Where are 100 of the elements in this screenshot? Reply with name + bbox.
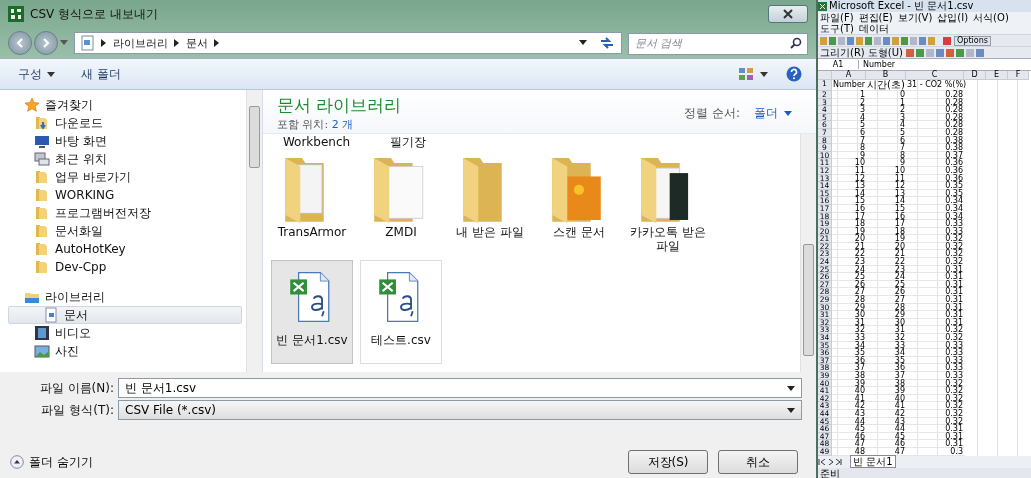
menu-item[interactable]: 파일(F) xyxy=(820,12,854,23)
dialog-button[interactable]: 저장(S) xyxy=(628,450,708,474)
table-cell: 10 xyxy=(866,166,906,175)
nav-item[interactable]: 프로그램버전저장 xyxy=(0,204,246,222)
dropdown-caret-icon[interactable] xyxy=(787,407,795,413)
dropdown-caret-icon[interactable] xyxy=(787,385,795,391)
table-cell: 6 xyxy=(866,136,906,145)
table-cell: 11 xyxy=(832,166,866,175)
toolbar-icons-drawing[interactable] xyxy=(905,48,986,57)
nav-item[interactable]: 최근 위치 xyxy=(0,150,246,168)
caret-icon[interactable] xyxy=(760,71,768,77)
dialog-button[interactable]: 취소 xyxy=(718,450,798,474)
back-button[interactable] xyxy=(8,31,32,55)
includes-label: 포함 위치: xyxy=(277,118,329,131)
column-header[interactable]: C xyxy=(906,71,964,80)
column-header[interactable]: F xyxy=(1008,71,1029,80)
table-cell: 32 xyxy=(866,334,906,342)
table-cell: 0.35 xyxy=(906,189,964,198)
formula-field[interactable]: Number xyxy=(863,60,896,69)
menu-item[interactable]: 도구(T) xyxy=(820,23,854,34)
nav-item[interactable]: 문서 xyxy=(8,306,242,324)
column-header[interactable]: B xyxy=(866,71,906,80)
arrow-left-icon xyxy=(14,37,26,49)
search-icon[interactable] xyxy=(790,37,802,49)
file-item[interactable]: 테스트.csv xyxy=(360,260,442,364)
table-cell: 0.36 xyxy=(906,166,964,175)
table-cell: 39 xyxy=(832,379,866,388)
table-cell: 42 xyxy=(832,402,866,410)
table-cell: 13 xyxy=(832,182,866,190)
search-field[interactable]: 문서 검색 xyxy=(628,32,808,55)
close-button[interactable] xyxy=(768,5,808,23)
menu-item[interactable]: 삽입(I) xyxy=(937,12,969,23)
nav-item[interactable]: 사진 xyxy=(0,342,246,360)
toolbar-button[interactable]: 새 폴더 xyxy=(77,63,125,85)
file-label[interactable]: Workbench xyxy=(271,135,362,149)
file-item[interactable]: 스캔 문서 xyxy=(538,152,620,256)
nav-item[interactable]: 업무 바로가기 xyxy=(0,168,246,186)
breadcrumb-item[interactable]: 문서 xyxy=(186,35,208,51)
table-cell: 0.38 xyxy=(906,144,964,152)
table-cell: 45 xyxy=(866,432,906,441)
column-header[interactable]: D xyxy=(964,71,986,80)
nav-item[interactable]: AutoHotKey xyxy=(0,240,246,258)
help-icon[interactable] xyxy=(786,66,802,82)
nav-item[interactable]: 다운로드 xyxy=(0,114,246,132)
file-item[interactable]: 빈 문서1.csv xyxy=(271,260,353,364)
column-header[interactable]: A xyxy=(832,71,866,80)
file-item[interactable]: ZMDI xyxy=(360,152,442,256)
file-label[interactable]: 필기장 xyxy=(362,134,453,151)
table-cell: 31 - CO2 %(%) xyxy=(906,80,964,91)
menu-item[interactable]: 서식(O) xyxy=(973,12,1009,23)
nav-item[interactable]: 문서화일 xyxy=(0,222,246,240)
file-type-dropdown[interactable]: CSV File (*.csv) xyxy=(118,400,802,420)
table-cell: 24 xyxy=(866,273,906,281)
nav-item[interactable]: 비디오 xyxy=(0,324,246,342)
scrollbar[interactable] xyxy=(800,134,816,372)
nav-item[interactable]: 바탕 화면 xyxy=(0,132,246,150)
toolbar-button[interactable]: 도형(U) xyxy=(867,47,903,58)
table-cell: 3 xyxy=(832,106,866,114)
sheet-tab[interactable]: 빈 문서1 xyxy=(850,455,896,468)
window-title: Microsoft Excel - 빈 문서1.csv xyxy=(829,0,974,12)
table-cell: 0.31 xyxy=(906,288,964,297)
toolbar-icon[interactable] xyxy=(943,36,951,45)
file-item[interactable]: 카카오톡 받은 파일 xyxy=(627,152,709,256)
table-cell: 42 xyxy=(866,409,906,418)
file-item[interactable]: TransArmor xyxy=(271,152,353,256)
menu-item[interactable]: 보기(V) xyxy=(897,12,933,23)
table-cell: 28 xyxy=(866,303,906,312)
nav-group-label[interactable]: 라이브러리 xyxy=(45,288,105,306)
nav-group-label[interactable]: 즐겨찾기 xyxy=(45,96,93,114)
chevron-icon[interactable] xyxy=(214,39,220,47)
chevron-icon[interactable] xyxy=(174,39,180,47)
table-cell: 8 xyxy=(832,144,866,152)
toolbar-button[interactable]: 그리기(R) xyxy=(820,47,865,58)
nav-item[interactable]: WORKING xyxy=(0,186,246,204)
table-cell: 33 xyxy=(832,334,866,342)
nav-item[interactable]: Dev-Cpp xyxy=(0,258,246,276)
table-cell: 15 xyxy=(832,197,866,205)
view-options-icon[interactable] xyxy=(738,67,754,81)
menu-item[interactable]: 편집(E) xyxy=(858,12,893,23)
table-cell: 27 xyxy=(832,288,866,297)
sort-dropdown[interactable]: 폴더 xyxy=(748,104,798,123)
breadcrumb-item[interactable]: 라이브러리 xyxy=(113,35,168,51)
options-button[interactable]: Options xyxy=(954,35,991,46)
table-cell: 46 xyxy=(866,440,906,448)
column-header[interactable]: E xyxy=(986,71,1008,80)
refresh-icon[interactable] xyxy=(599,36,615,50)
toolbar-button[interactable]: 구성 xyxy=(14,63,59,85)
dropdown-caret-icon[interactable] xyxy=(579,40,587,46)
table-cell: 4 xyxy=(832,113,866,122)
name-box[interactable]: A1 xyxy=(818,60,859,69)
table-cell: 26 xyxy=(866,288,906,297)
chevron-icon[interactable] xyxy=(101,39,107,47)
file-name-field[interactable]: 빈 문서1.csv xyxy=(118,378,802,398)
includes-link[interactable]: 2 개 xyxy=(331,118,354,131)
scrollbar[interactable] xyxy=(246,90,262,372)
forward-button[interactable] xyxy=(34,31,58,55)
file-item[interactable]: 내 받은 파일 xyxy=(449,152,531,256)
address-field[interactable]: 라이브러리 문서 xyxy=(74,32,622,54)
menu-item[interactable]: 데이터 xyxy=(858,23,889,34)
hide-folders-button[interactable]: 폴더 숨기기 xyxy=(10,453,93,471)
